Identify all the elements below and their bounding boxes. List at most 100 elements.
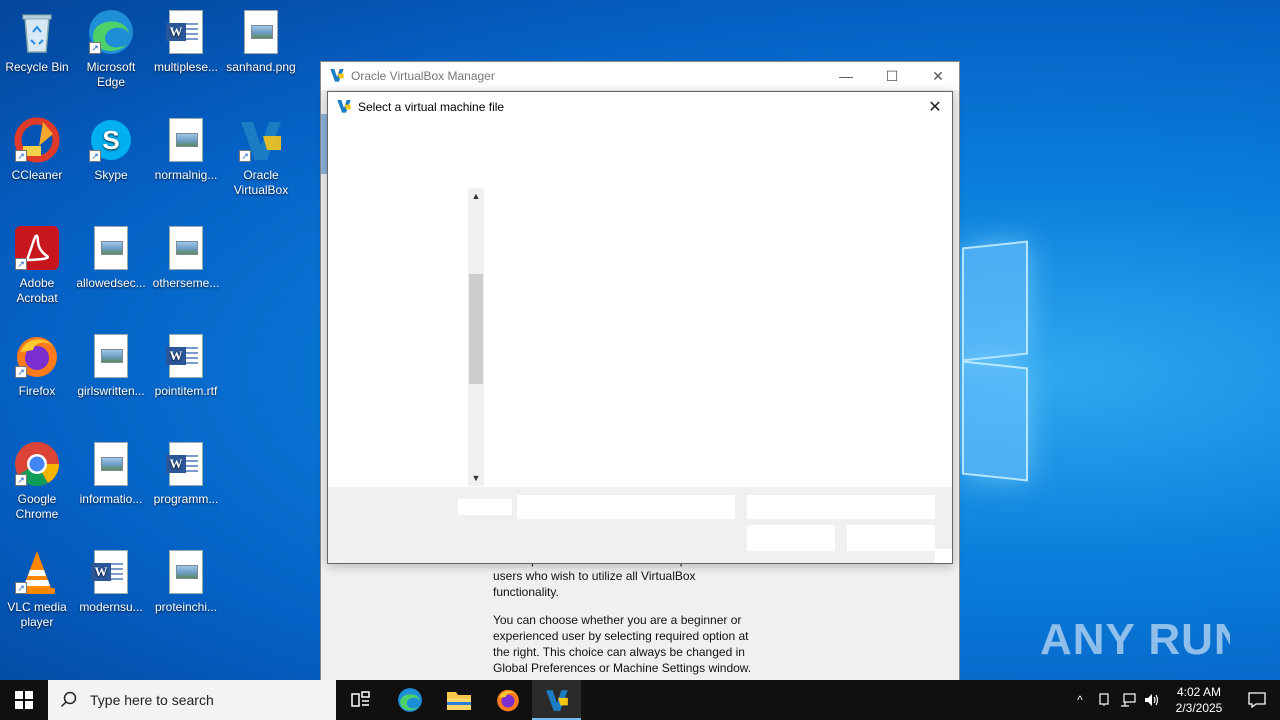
recycle-bin-icon: [13, 8, 61, 56]
filename-input[interactable]: [517, 495, 735, 519]
image-file-icon: [87, 332, 135, 380]
desktop-icon-label: Adobe Acrobat: [16, 276, 58, 305]
desktop-icon-google-chrome[interactable]: ↗ Google Chrome: [0, 440, 74, 522]
maximize-button[interactable]: ☐: [869, 62, 915, 90]
mode-choice-text: You can choose whether you are a beginne…: [493, 613, 752, 675]
shortcut-arrow-icon: ↗: [15, 258, 27, 270]
desktop-icon-sanhand[interactable]: sanhand.png: [224, 8, 298, 75]
image-file-icon: [162, 116, 210, 164]
chrome-icon: ↗: [13, 440, 61, 488]
virtualbox-icon: [545, 690, 568, 711]
close-button[interactable]: ✕: [915, 62, 961, 90]
clock[interactable]: 4:02 AM 2/3/2025: [1164, 684, 1234, 716]
taskbar: Type here to search ^ 4:02 AM 2/3/2025: [0, 680, 1280, 720]
desktop-icon-label: VLC media player: [7, 600, 67, 629]
image-file-icon: [237, 8, 285, 56]
desktop-icon-label: CCleaner: [11, 168, 63, 182]
mode-description: The Expert Mode is intended for experien…: [493, 552, 753, 688]
desktop-icon-recycle-bin[interactable]: Recycle Bin: [0, 8, 74, 75]
device-icon[interactable]: [1092, 680, 1116, 720]
desktop-icon-firefox[interactable]: ↗ Firefox: [0, 332, 74, 399]
window-title: Oracle VirtualBox Manager: [351, 69, 495, 83]
shortcut-arrow-icon: ↗: [89, 150, 101, 162]
desktop-icon-label: otherseme...: [152, 276, 220, 290]
notification-icon: [1248, 692, 1266, 709]
desktop-icon-pointitem[interactable]: W pointitem.rtf: [149, 332, 223, 399]
folder-icon: [446, 692, 471, 710]
windows-start-icon: [15, 691, 33, 709]
resize-grip[interactable]: [935, 549, 952, 563]
clock-date: 2/3/2025: [1175, 701, 1223, 715]
notification-center-button[interactable]: [1234, 680, 1280, 720]
desktop-icon-modernsu[interactable]: W modernsu...: [74, 548, 148, 615]
desktop-icon-oracle-virtualbox[interactable]: ↗ Oracle VirtualBox: [224, 116, 298, 198]
desktop-icon-normalnig[interactable]: normalnig...: [149, 116, 223, 183]
desktop-icon-otherseme[interactable]: otherseme...: [149, 224, 223, 291]
cancel-button[interactable]: [847, 525, 935, 551]
desktop-icon-label: informatio...: [79, 492, 143, 506]
desktop-icon-label: girlswritten...: [77, 384, 145, 398]
vertical-scrollbar[interactable]: ▲ ▼: [468, 188, 484, 486]
svg-text:S: S: [102, 125, 119, 155]
open-button[interactable]: [747, 525, 835, 551]
image-file-icon: [162, 548, 210, 596]
desktop-icon-label: Microsoft Edge: [86, 60, 136, 89]
dialog-titlebar[interactable]: Select a virtual machine file: [328, 92, 952, 122]
volume-icon[interactable]: [1140, 680, 1164, 720]
dialog-title: Select a virtual machine file: [358, 100, 505, 114]
dialog-footer: [328, 487, 952, 563]
desktop-icon-vlc[interactable]: ↗ VLC media player: [0, 548, 74, 630]
skype-icon: S ↗: [87, 116, 135, 164]
vlc-icon: ↗: [13, 548, 61, 596]
virtualbox-icon: [336, 98, 352, 117]
network-icon[interactable]: [1116, 680, 1140, 720]
desktop-icon-label: normalnig...: [154, 168, 218, 182]
taskbar-search-box[interactable]: Type here to search: [48, 680, 336, 720]
taskbar-firefox[interactable]: [483, 680, 532, 720]
desktop-icon-informatio[interactable]: informatio...: [74, 440, 148, 507]
svg-text:ANY RUN: ANY RUN: [1040, 615, 1230, 664]
desktop-icon-skype[interactable]: S ↗ Skype: [74, 116, 148, 183]
scroll-down-icon[interactable]: ▼: [468, 470, 484, 486]
word-doc-icon: W: [162, 440, 210, 488]
desktop-icon-girlswritten[interactable]: girlswritten...: [74, 332, 148, 399]
desktop-icon-multiplese[interactable]: W multiplese...: [149, 8, 223, 75]
desktop-icon-adobe-acrobat[interactable]: ↗ Adobe Acrobat: [0, 224, 74, 306]
image-file-icon: [162, 224, 210, 272]
desktop-icon-label: proteinchi...: [154, 600, 218, 614]
system-tray: ^ 4:02 AM 2/3/2025: [1068, 680, 1280, 720]
taskbar-virtualbox[interactable]: [532, 680, 581, 720]
task-view-button[interactable]: [336, 680, 385, 720]
anyrun-watermark: ANY RUN: [1040, 606, 1230, 670]
taskbar-edge[interactable]: [385, 680, 434, 720]
show-hidden-icons-chevron-icon[interactable]: ^: [1068, 680, 1092, 720]
desktop-icon-programm[interactable]: W programm...: [149, 440, 223, 507]
minimize-button[interactable]: —: [823, 62, 869, 90]
clock-time: 4:02 AM: [1176, 685, 1222, 699]
scroll-up-icon[interactable]: ▲: [468, 188, 484, 204]
desktop-icon-proteinchi[interactable]: proteinchi...: [149, 548, 223, 615]
select-vm-file-dialog[interactable]: Select a virtual machine file ✕ ▲ ▼: [327, 91, 953, 564]
wallpaper-logo-pane-top: [962, 240, 1028, 362]
desktop-icon-label: Google Chrome: [15, 492, 59, 521]
desktop-icon-microsoft-edge[interactable]: ↗ Microsoft Edge: [74, 8, 148, 90]
desktop-icon-label: sanhand.png: [226, 60, 296, 74]
start-button[interactable]: [0, 680, 48, 720]
file-type-select[interactable]: [747, 495, 935, 519]
desktop-icon-label: programm...: [153, 492, 219, 506]
image-file-icon: [87, 224, 135, 272]
virtualbox-icon: ↗: [237, 116, 285, 164]
taskbar-file-explorer[interactable]: [434, 680, 483, 720]
scrollbar-thumb[interactable]: [469, 274, 483, 384]
edge-icon: ↗: [87, 8, 135, 56]
acrobat-icon: ↗: [13, 224, 61, 272]
desktop-icon-ccleaner[interactable]: ↗ CCleaner: [0, 116, 74, 183]
word-doc-icon: W: [162, 332, 210, 380]
desktop-icon-allowedsec[interactable]: allowedsec...: [74, 224, 148, 291]
shortcut-arrow-icon: ↗: [239, 150, 251, 162]
desktop-icon-label: modernsu...: [79, 600, 143, 614]
desktop-icon-label: Recycle Bin: [5, 60, 69, 74]
shortcut-arrow-icon: ↗: [15, 582, 27, 594]
dialog-close-button[interactable]: ✕: [922, 94, 948, 120]
ccleaner-icon: ↗: [13, 116, 61, 164]
